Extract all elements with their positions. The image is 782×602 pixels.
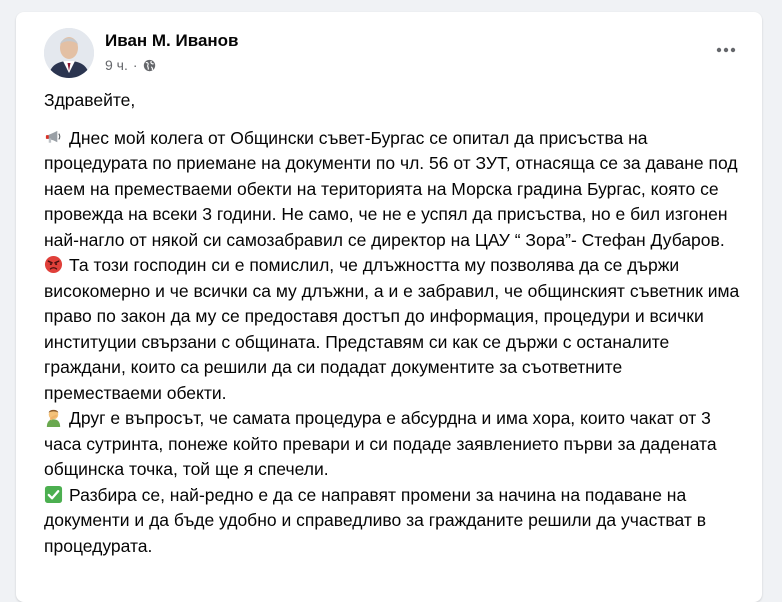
post-time[interactable]: 9 ч. [105, 57, 128, 73]
post-meta: 9 ч. · [105, 57, 156, 73]
angry-face-icon [44, 255, 63, 274]
greeting-text: Здравейте, [44, 90, 136, 110]
paragraph-1: Днес мой колега от Общински съвет-Бургас… [44, 126, 744, 254]
paragraph-3: Друг е въпросът, че самата процедура е а… [44, 406, 744, 483]
separator-dot: · [132, 57, 138, 73]
megaphone-icon [45, 130, 61, 143]
author-name[interactable]: Иван М. Иванов [105, 31, 239, 51]
paragraph-text: Разбира се, най-редно е да се направят п… [44, 484, 707, 556]
more-dots-icon [716, 47, 736, 53]
post-header: Иван М. Иванов 9 ч. · [16, 12, 762, 92]
check-mark-icon [44, 485, 63, 503]
paragraph-text: Днес мой колега от Общински съвет-Бургас… [44, 127, 738, 250]
facebook-post: Иван М. Иванов 9 ч. · Здравейте, Днес мо… [16, 12, 762, 602]
post-body: Здравейте, Днес мой колега от Общински с… [44, 88, 744, 559]
paragraph-text: Друг е въпросът, че самата процедура е а… [44, 408, 717, 479]
globe-icon[interactable] [143, 59, 156, 72]
paragraph-text: Та този господин си е помислил, че длъжн… [44, 255, 740, 403]
paragraph-4: Разбира се, най-редно е да се направят п… [44, 483, 744, 560]
facepalm-icon [46, 409, 61, 427]
profile-photo [44, 28, 94, 78]
paragraph-2: Та този господин си е помислил, че длъжн… [44, 253, 744, 406]
avatar[interactable] [44, 28, 94, 78]
more-options-button[interactable] [708, 36, 744, 64]
